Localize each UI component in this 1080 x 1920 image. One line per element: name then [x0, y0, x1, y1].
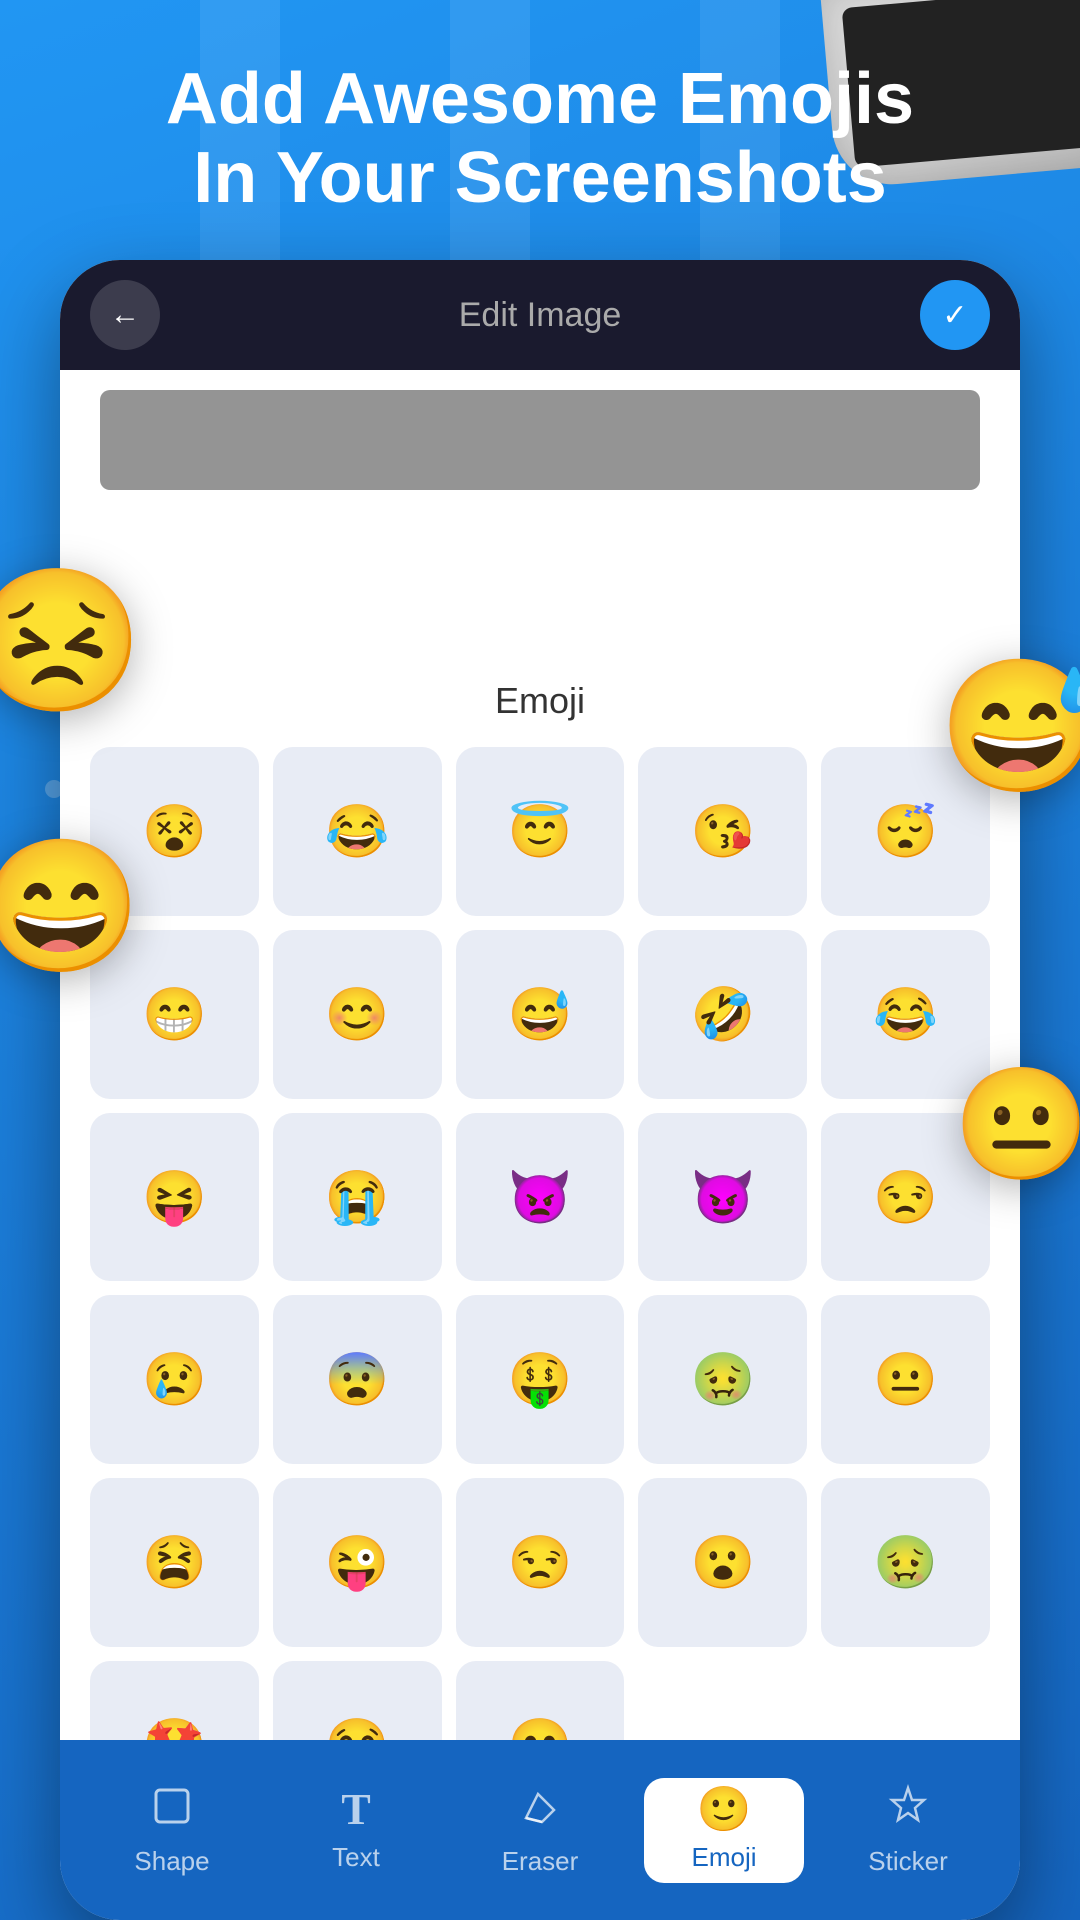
- nav-item-shape[interactable]: Shape: [92, 1774, 252, 1887]
- emoji-cell[interactable]: 😇: [456, 747, 625, 916]
- emoji-nav-icon: 🙂: [697, 1788, 752, 1832]
- emoji-panel: Emoji 😵 😂 😇 😘 😴 😁 😊 😅 🤣 😂 😝 😭 👿 😈 😒 😢 😨: [60, 650, 1020, 1740]
- shape-icon: [150, 1784, 194, 1836]
- floating-emoji-3: 😅: [938, 650, 1080, 803]
- header-line2: In Your Screenshots: [193, 138, 887, 218]
- emoji-cell[interactable]: 🤢: [638, 1295, 807, 1464]
- emoji-cell[interactable]: 😄: [456, 1661, 625, 1740]
- back-icon: ←: [110, 298, 140, 332]
- text-label: Text: [332, 1842, 380, 1873]
- eraser-label: Eraser: [502, 1846, 579, 1877]
- eraser-icon: [518, 1784, 562, 1836]
- edit-image-area: [100, 390, 980, 490]
- emoji-cell[interactable]: 😘: [638, 747, 807, 916]
- header-text: Add Awesome Emojis In Your Screenshots: [60, 60, 1020, 218]
- emoji-cell[interactable]: 😒: [456, 1478, 625, 1647]
- emoji-cell[interactable]: 😢: [90, 1295, 259, 1464]
- emoji-cell[interactable]: 😐: [821, 1295, 990, 1464]
- emoji-cell[interactable]: 🤢: [821, 1478, 990, 1647]
- shape-label: Shape: [134, 1846, 209, 1877]
- emoji-cell[interactable]: 😊: [273, 930, 442, 1099]
- nav-item-sticker[interactable]: Sticker: [828, 1774, 988, 1887]
- emoji-cell[interactable]: 😝: [90, 1113, 259, 1282]
- emoji-cell[interactable]: 🤣: [638, 930, 807, 1099]
- phone-mockup: ← Edit Image ✓ Emoji 😵 😂 😇 😘 😴 😁 😊 😅 🤣 😂…: [60, 260, 1020, 1920]
- nav-item-eraser[interactable]: Eraser: [460, 1774, 620, 1887]
- bottom-nav: Shape T Text Eraser 🙂 Emoji: [60, 1740, 1020, 1920]
- emoji-cell[interactable]: 😜: [273, 1478, 442, 1647]
- emoji-panel-title: Emoji: [80, 680, 1000, 722]
- header-line1: Add Awesome Emojis: [166, 59, 914, 139]
- back-button[interactable]: ←: [90, 280, 160, 350]
- topbar-title: Edit Image: [459, 296, 622, 335]
- emoji-cell[interactable]: 👿: [456, 1113, 625, 1282]
- emoji-cell[interactable]: 😫: [90, 1478, 259, 1647]
- floating-emoji-4: 😐: [953, 1060, 1080, 1189]
- emoji-cell[interactable]: 🤩: [90, 1661, 259, 1740]
- emoji-cell[interactable]: 😂: [273, 1661, 442, 1740]
- emoji-label: Emoji: [691, 1842, 756, 1873]
- text-icon: T: [341, 1788, 370, 1832]
- emoji-cell[interactable]: 😈: [638, 1113, 807, 1282]
- emoji-cell[interactable]: 😂: [273, 747, 442, 916]
- emoji-cell[interactable]: 🤑: [456, 1295, 625, 1464]
- emoji-cell[interactable]: 😮: [638, 1478, 807, 1647]
- nav-item-emoji[interactable]: 🙂 Emoji: [644, 1778, 804, 1883]
- emoji-cell[interactable]: 😅: [456, 930, 625, 1099]
- emoji-grid: 😵 😂 😇 😘 😴 😁 😊 😅 🤣 😂 😝 😭 👿 😈 😒 😢 😨 🤑 🤢 �: [80, 747, 1000, 1740]
- check-icon: ✓: [942, 298, 967, 333]
- sticker-icon: [886, 1784, 930, 1836]
- floating-emoji-2: 😄: [0, 830, 142, 983]
- phone-topbar: ← Edit Image ✓: [60, 260, 1020, 370]
- emoji-cell[interactable]: 😨: [273, 1295, 442, 1464]
- floating-emoji-1: 😣: [0, 560, 144, 724]
- nav-item-text[interactable]: T Text: [276, 1778, 436, 1883]
- emoji-cell[interactable]: 😭: [273, 1113, 442, 1282]
- sticker-label: Sticker: [868, 1846, 947, 1877]
- confirm-button[interactable]: ✓: [920, 280, 990, 350]
